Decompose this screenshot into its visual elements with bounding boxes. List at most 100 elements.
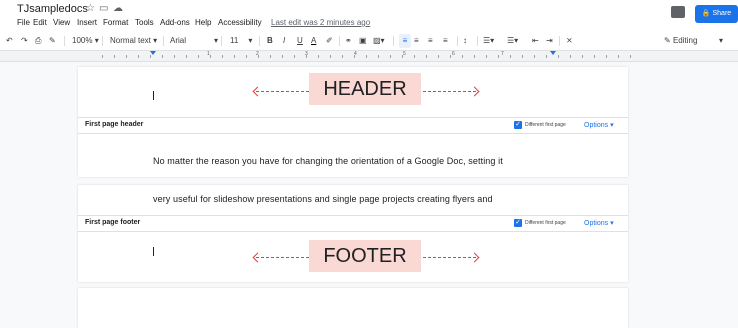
text-color-button[interactable]: A [311,34,316,48]
decrease-indent-icon[interactable]: ⇤ [532,34,539,48]
font-select[interactable]: Arial ▾ [170,34,218,48]
body-paragraph-line[interactable]: very useful for slideshow presentations … [153,194,493,204]
ruler-tick [342,55,343,58]
ruler-tick [198,55,199,58]
ruler-tick [354,55,355,58]
header-options-button[interactable]: Options ▾ [584,121,614,129]
underline-button[interactable]: U [297,34,303,48]
annotation-arrow-right [423,257,476,258]
different-first-page-checkbox[interactable]: ✓ [514,121,522,129]
right-indent-marker[interactable] [550,51,556,55]
menu-addons[interactable]: Add-ons [160,18,190,27]
ruler-tick [378,55,379,58]
print-icon[interactable]: ⎙ [35,34,41,48]
page-1-bottom[interactable]: very useful for slideshow presentations … [78,185,628,282]
image-icon[interactable]: ▨▾ [373,34,385,48]
paint-format-icon[interactable]: ✎ [49,34,56,48]
footer-options-button[interactable]: Options ▾ [584,219,614,227]
star-icon[interactable]: ☆ [86,4,95,14]
checklist-icon[interactable]: ☰▾ [483,34,494,48]
different-first-page-label[interactable]: Different first page [525,122,566,128]
italic-button[interactable]: I [283,34,285,48]
page-1[interactable]: HEADER First page header ✓ Different fir… [78,67,628,177]
zoom-value: 100% [72,36,93,45]
ruler-tick [210,55,211,58]
ruler-tick [582,55,583,58]
style-value: Normal text [110,36,151,45]
text-cursor [153,91,154,100]
comment-icon[interactable]: ▣ [359,34,367,48]
editing-mode-select[interactable]: ✎ Editing [664,34,697,48]
divider [559,36,560,46]
ruler-tick [102,55,103,58]
header-label: First page header [85,121,144,128]
ruler-tick [462,55,463,58]
style-select[interactable]: Normal text ▾ [110,34,157,48]
divider [339,36,340,46]
link-icon[interactable]: ⚭ [345,34,352,48]
ruler-tick [618,55,619,58]
align-right-icon[interactable]: ≡ [428,34,433,48]
highlight-icon[interactable]: ✐ [326,34,333,48]
cloud-status-icon[interactable]: ☁ [113,4,123,14]
ruler[interactable]: 1 2 3 4 5 6 7 [0,51,738,62]
ruler-tick [438,55,439,58]
align-justify-icon[interactable]: ≡ [443,34,448,48]
ruler-tick [366,55,367,58]
font-size-select[interactable]: 11 ▾ [230,34,252,48]
ruler-tick [234,55,235,58]
line-spacing-icon[interactable]: ↕ [463,34,467,48]
annotation-arrowhead [469,86,480,97]
menu-help[interactable]: Help [195,18,211,27]
menu-tools[interactable]: Tools [135,18,154,27]
body-paragraph-line[interactable]: No matter the reason you have for changi… [153,156,503,166]
menu-file[interactable]: File [17,18,30,27]
divider [259,36,260,46]
divider [102,36,103,46]
align-center-icon[interactable]: ≡ [414,34,419,48]
bulleted-list-icon[interactable]: ☰▾ [507,34,518,48]
divider [163,36,164,46]
divider [457,36,458,46]
page-2[interactable] [78,288,628,328]
menu-edit[interactable]: Edit [33,18,47,27]
title-bar: TJsampledocs ☆ ▭ ☁ File Edit View Insert… [0,0,738,32]
divider [477,36,478,46]
different-first-page-checkbox[interactable]: ✓ [514,219,522,227]
move-folder-icon[interactable]: ▭ [99,4,108,14]
share-label: Share [712,10,732,17]
zoom-select[interactable]: 100% ▾ [72,34,99,48]
redo-icon[interactable]: ↷ [21,34,28,48]
editing-mode-value: Editing [672,36,698,45]
bold-button[interactable]: B [267,34,273,48]
ruler-tick [630,55,631,58]
menu-accessibility[interactable]: Accessibility [218,18,262,27]
different-first-page-label[interactable]: Different first page [525,220,566,226]
footer-label: First page footer [85,219,141,226]
ruler-tick [174,55,175,58]
ruler-tick [162,55,163,58]
undo-icon[interactable]: ↶ [6,34,13,48]
ruler-tick [594,55,595,58]
ruler-tick [450,55,451,58]
share-button[interactable]: 🔒 Share [695,5,738,23]
mode-chevron-icon[interactable]: ▾ [719,34,723,48]
ruler-tick [546,55,547,58]
menu-insert[interactable]: Insert [77,18,97,27]
increase-indent-icon[interactable]: ⇥ [546,34,553,48]
ruler-tick [390,55,391,58]
comment-history-icon[interactable] [671,6,685,18]
ruler-tick [534,55,535,58]
ruler-tick [294,55,295,58]
divider [393,36,394,46]
menu-format[interactable]: Format [103,18,128,27]
doc-title[interactable]: TJsampledocs [17,3,88,15]
last-edit-link[interactable]: Last edit was 2 minutes ago [271,18,370,27]
ruler-tick [306,55,307,58]
menu-view[interactable]: View [53,18,70,27]
ruler-tick [558,55,559,58]
ruler-tick [222,55,223,58]
clear-formatting-icon[interactable]: ⨯ [566,34,573,48]
align-left-icon[interactable]: ≡ [399,34,411,48]
ruler-tick [402,55,403,58]
